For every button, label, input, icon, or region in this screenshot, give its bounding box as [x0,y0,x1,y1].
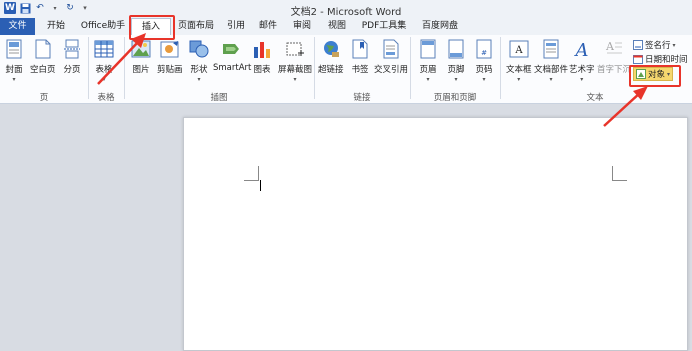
arrow-to-insert-tab [97,33,146,85]
arrow-to-object-button [603,86,648,127]
annotation-arrows [97,33,648,127]
